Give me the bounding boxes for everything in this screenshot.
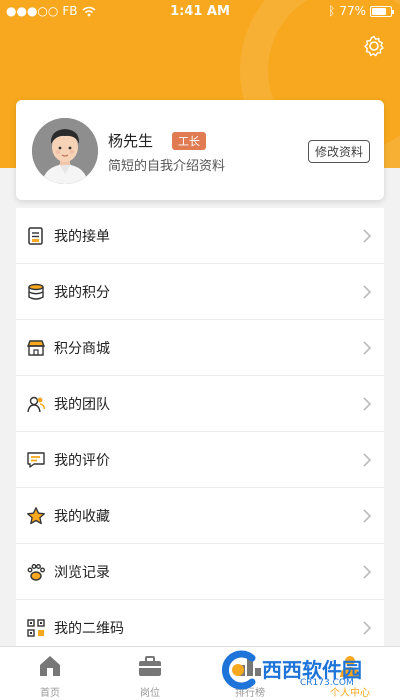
tab-label: 岗位 (140, 688, 160, 699)
store-icon (26, 340, 46, 356)
star-icon (27, 507, 45, 525)
watermark-icon (221, 650, 256, 690)
edit-profile-button[interactable]: 修改资料 (307, 140, 370, 163)
chevron-right-icon (363, 397, 372, 411)
chevron-right-icon (363, 229, 372, 243)
menu-item-favorites[interactable]: 我的收藏 (16, 488, 384, 544)
user-name: 杨先生 (108, 132, 154, 150)
menu-item-label: 我的评价 (54, 452, 110, 469)
home-icon (40, 656, 60, 676)
user-avatar-icon[interactable] (32, 118, 98, 184)
briefcase-icon (139, 656, 161, 676)
comment-icon (27, 452, 45, 468)
tab-home[interactable]: 首页 (0, 647, 100, 700)
menu-item-label: 我的团队 (54, 396, 110, 413)
chevron-right-icon (363, 285, 372, 299)
menu-item-points-mall[interactable]: 积分商城 (16, 320, 384, 376)
team-icon (27, 396, 46, 413)
menu-item-label: 浏览记录 (54, 564, 110, 581)
chevron-right-icon (363, 621, 372, 635)
menu-list: 我的接单 我的积分 积分商城 我的团队 我的评价 我的收藏 浏览记录 我的二维码 (16, 208, 384, 656)
chevron-right-icon (363, 341, 372, 355)
menu-item-label: 我的收藏 (54, 508, 110, 525)
bluetooth-icon: ᛒ (328, 4, 336, 18)
menu-item-team[interactable]: 我的团队 (16, 376, 384, 432)
watermark-subtext: CR173.COM (300, 678, 354, 688)
menu-item-label: 我的积分 (54, 284, 110, 301)
watermark-logo: 西西软件园 CR173.COM (216, 648, 386, 694)
menu-item-label: 积分商城 (54, 340, 110, 357)
paw-icon (27, 564, 45, 581)
user-bio: 简短的自我介绍资料 (108, 159, 226, 174)
tab-label: 首页 (40, 688, 60, 699)
status-bar: ●●●○○ FB 1:41 AM ᛒ 77% (0, 0, 400, 24)
menu-item-label: 我的接单 (54, 228, 110, 245)
menu-item-orders[interactable]: 我的接单 (16, 208, 384, 264)
menu-item-reviews[interactable]: 我的评价 (16, 432, 384, 488)
chevron-right-icon (363, 565, 372, 579)
menu-item-history[interactable]: 浏览记录 (16, 544, 384, 600)
profile-card: 杨先生 工长 简短的自我介绍资料 修改资料 (16, 100, 384, 200)
order-list-icon (28, 227, 43, 245)
battery-percent: 77% (339, 4, 366, 18)
menu-item-label: 我的二维码 (54, 620, 124, 637)
gear-icon[interactable] (362, 34, 386, 58)
chevron-right-icon (363, 509, 372, 523)
battery-icon (370, 5, 394, 17)
role-badge: 工长 (172, 132, 206, 150)
qr-code-icon (27, 619, 45, 637)
chevron-right-icon (363, 453, 372, 467)
coin-stack-icon (28, 283, 44, 300)
menu-item-points[interactable]: 我的积分 (16, 264, 384, 320)
tab-jobs[interactable]: 岗位 (100, 647, 200, 700)
